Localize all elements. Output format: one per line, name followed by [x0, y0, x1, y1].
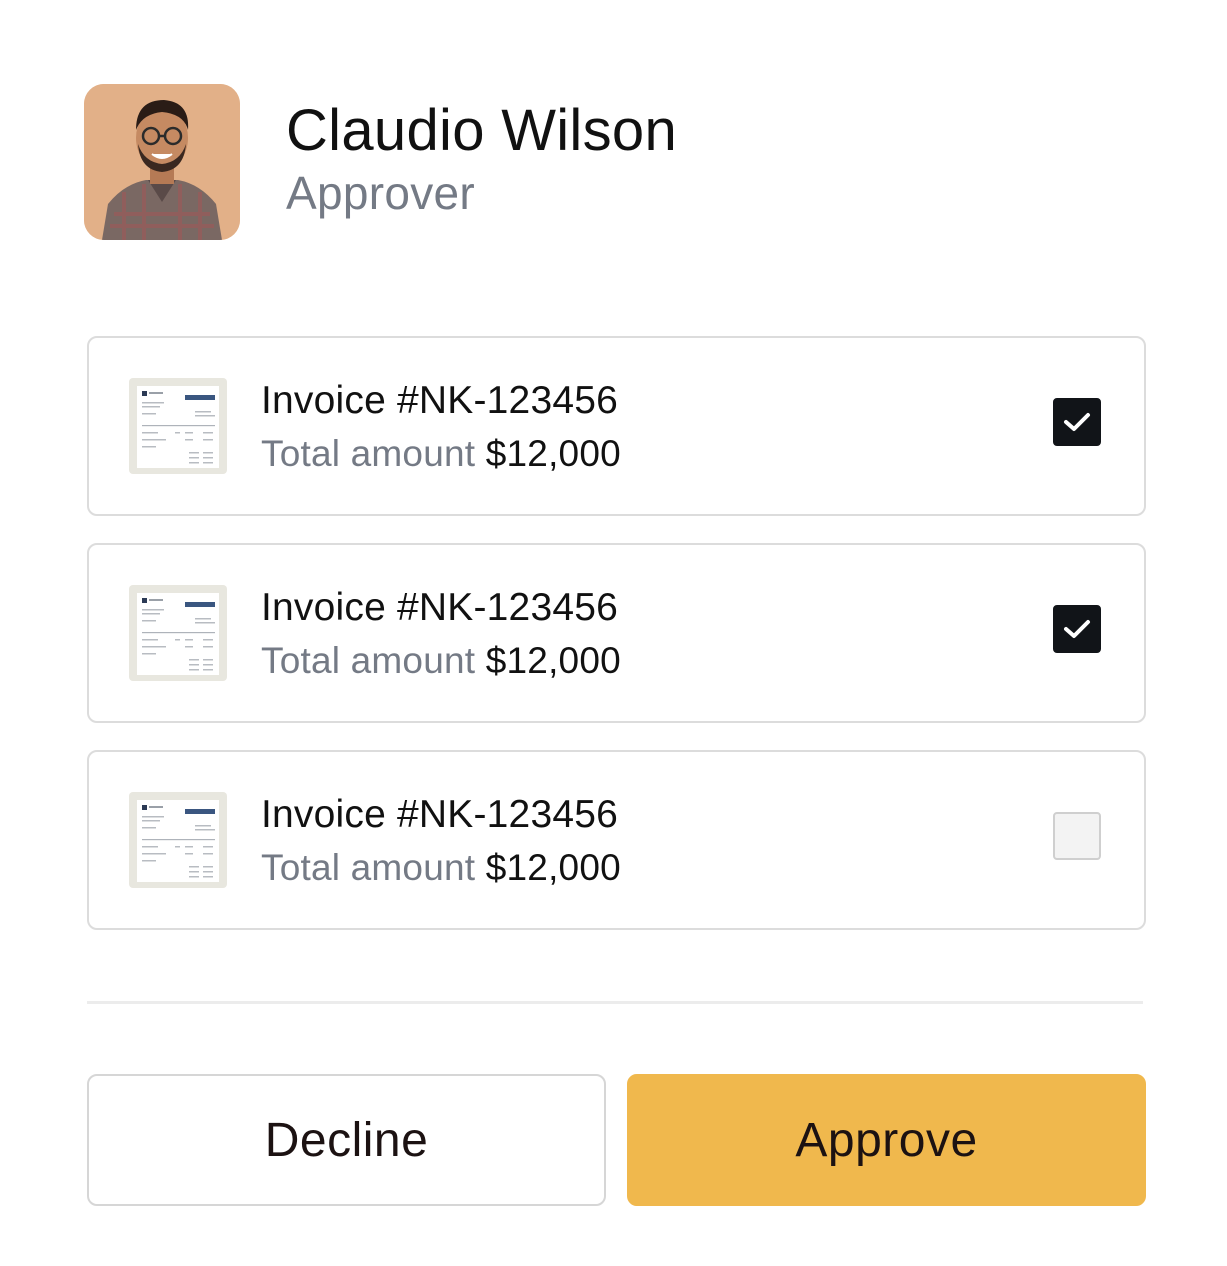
invoice-document-icon — [129, 585, 227, 681]
invoice-text: Invoice #NK-123456 Total amount $12,000 — [261, 790, 621, 894]
invoice-document-icon — [129, 792, 227, 888]
invoice-amount: Total amount $12,000 — [261, 842, 621, 894]
invoice-list: Invoice #NK-123456 Total amount $12,000 — [87, 336, 1146, 957]
divider — [87, 1001, 1143, 1004]
amount-label: Total amount — [261, 433, 476, 474]
invoice-document-icon — [129, 378, 227, 474]
checkmark-icon — [1064, 620, 1090, 638]
user-profile: Claudio Wilson Approver — [84, 84, 677, 240]
invoice-card[interactable]: Invoice #NK-123456 Total amount $12,000 — [87, 336, 1146, 516]
decline-button[interactable]: Decline — [87, 1074, 606, 1206]
amount-value: $12,000 — [485, 640, 621, 681]
approve-button[interactable]: Approve — [627, 1074, 1146, 1206]
amount-value: $12,000 — [485, 847, 621, 888]
invoice-amount: Total amount $12,000 — [261, 635, 621, 687]
invoice-card[interactable]: Invoice #NK-123456 Total amount $12,000 — [87, 750, 1146, 930]
invoice-title: Invoice #NK-123456 — [261, 586, 618, 629]
user-name: Claudio Wilson — [286, 98, 678, 163]
avatar — [84, 84, 240, 240]
checkmark-icon — [1064, 413, 1090, 431]
profile-text: Claudio Wilson Approver — [286, 97, 677, 221]
invoice-card[interactable]: Invoice #NK-123456 Total amount $12,000 — [87, 543, 1146, 723]
invoice-checkbox[interactable] — [1053, 398, 1101, 446]
amount-value: $12,000 — [485, 433, 621, 474]
user-role: Approver — [286, 167, 476, 219]
invoice-title: Invoice #NK-123456 — [261, 379, 618, 422]
amount-label: Total amount — [261, 847, 476, 888]
invoice-checkbox[interactable] — [1053, 605, 1101, 653]
amount-label: Total amount — [261, 640, 476, 681]
invoice-checkbox[interactable] — [1053, 812, 1101, 860]
invoice-text: Invoice #NK-123456 Total amount $12,000 — [261, 376, 621, 480]
invoice-text: Invoice #NK-123456 Total amount $12,000 — [261, 583, 621, 687]
invoice-title: Invoice #NK-123456 — [261, 793, 618, 836]
invoice-amount: Total amount $12,000 — [261, 428, 621, 480]
